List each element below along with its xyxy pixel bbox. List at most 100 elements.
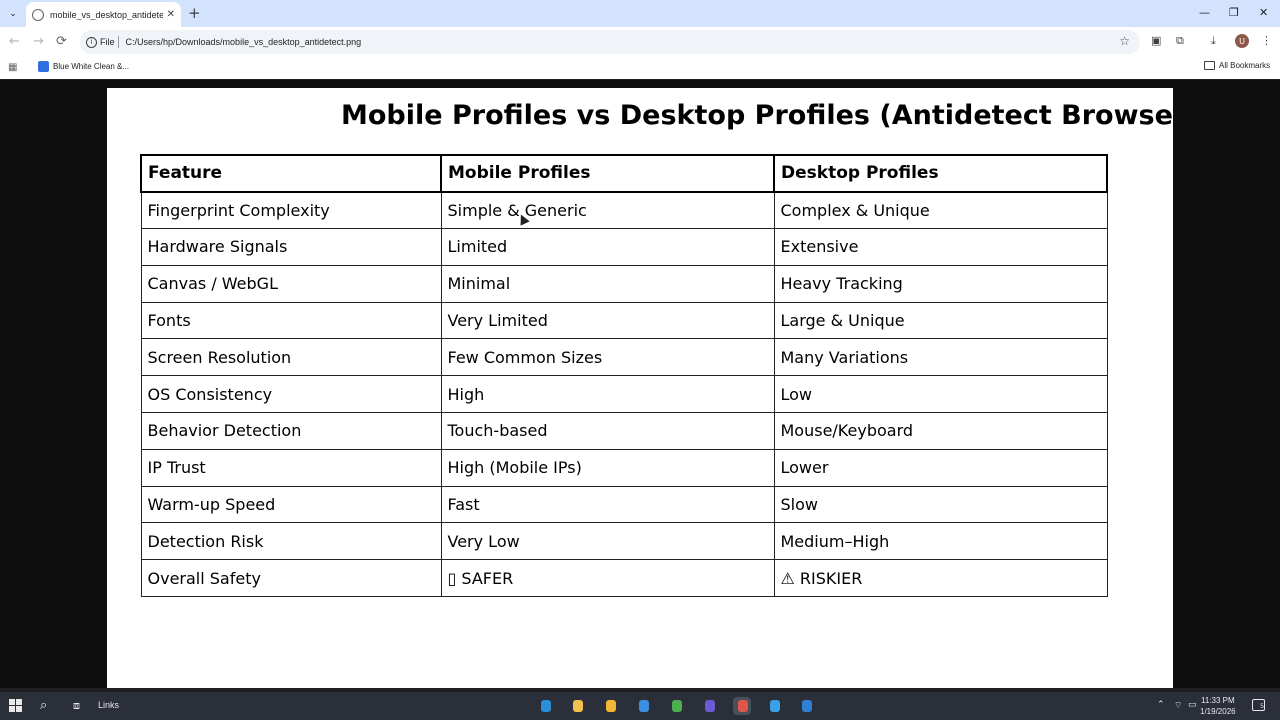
table-cell: Hardware Signals	[140, 228, 442, 266]
image-viewer: Mobile Profiles vs Desktop Profiles (Ant…	[0, 80, 1280, 688]
table-cell: Fast	[440, 485, 775, 524]
tab-strip: ⌄ mobile_vs_desktop_antidetect.png ✕ + —…	[0, 0, 1280, 27]
clock-date: 1/19/2026	[1200, 707, 1236, 716]
battery-icon[interactable]: ▭	[1188, 700, 1197, 710]
table-row: Warm-up Speed Fast Slow	[140, 485, 1108, 524]
table-header-cell: Desktop Profiles	[773, 154, 1108, 193]
table-cell: Detection Risk	[140, 522, 442, 561]
table-cell: Fingerprint Complexity	[140, 191, 442, 230]
network-icon[interactable]: ⌔	[1174, 700, 1182, 711]
chrome-alt-icon	[672, 700, 682, 712]
address-bar[interactable]: i File C:/Users/hp/Downloads/mobile_vs_d…	[80, 30, 1140, 54]
system-clock[interactable]: 11:33 PM 1/19/2026	[1200, 695, 1236, 717]
clock-time: 11:33 PM	[1200, 696, 1235, 705]
notification-icon[interactable]: 5	[1252, 699, 1265, 711]
back-button[interactable]: ←	[9, 34, 20, 50]
forward-button[interactable]: →	[33, 34, 44, 50]
folder-icon	[1204, 61, 1215, 70]
taskbar-app-chrome[interactable]	[733, 697, 751, 715]
taskbar-app-draw[interactable]	[765, 697, 783, 715]
tab-active[interactable]: mobile_vs_desktop_antidetect.png ✕	[26, 2, 181, 27]
table-cell: Overall Safety	[140, 559, 442, 598]
taskbar-app-chrome-alt[interactable]	[667, 697, 685, 715]
table-row: OS Consistency High Low	[140, 375, 1108, 414]
table-cell: Minimal	[440, 264, 775, 303]
vscode-icon	[802, 700, 812, 712]
tab-close-icon[interactable]: ✕	[167, 9, 175, 20]
taskbar-app-mail[interactable]	[634, 697, 652, 715]
bookmarks-bar: ▦ Blue White Clean &... All Bookmarks	[0, 57, 1280, 79]
close-window-button[interactable]: ✕	[1259, 5, 1268, 21]
notification-count: 5	[1260, 703, 1264, 710]
table-cell: ▯ SAFER	[440, 559, 775, 598]
taskbar-app-vscode[interactable]	[797, 697, 815, 715]
browser-toolbar: ← → ⟳ i File C:/Users/hp/Downloads/mobil…	[0, 27, 1280, 57]
table-cell: Screen Resolution	[140, 338, 442, 377]
bookmark-star-icon[interactable]: ☆	[1119, 34, 1130, 48]
omnibox-divider	[117, 36, 119, 48]
search-icon[interactable]: ⌕	[40, 698, 47, 714]
table-row: Behavior Detection Touch-based Mouse/Keybo…	[140, 412, 1108, 450]
table-cell: Medium–High	[773, 522, 1108, 561]
table-cell: Touch-based	[440, 412, 775, 450]
menu-kebab-icon[interactable]: ⋮	[1261, 34, 1272, 48]
links-toolbar-label[interactable]: Links	[98, 700, 119, 710]
download-icon[interactable]: ⤓	[1211, 34, 1216, 48]
tab-search-chevron-icon[interactable]: ⌄	[4, 5, 22, 23]
table-row: Fonts Very Limited Large & Unique	[140, 301, 1108, 340]
taskbar-app-app-u[interactable]	[700, 697, 718, 715]
all-bookmarks-button[interactable]: All Bookmarks	[1204, 61, 1270, 70]
table-cell: Warm-up Speed	[140, 485, 442, 524]
windows-start-icon[interactable]	[9, 699, 22, 712]
tray-chevron-icon[interactable]: ⌃	[1157, 700, 1165, 710]
draw-icon	[770, 700, 780, 712]
taskbar-app-file-explorer[interactable]	[568, 697, 586, 715]
table-cell: Lower	[773, 448, 1108, 487]
table-row: Fingerprint Complexity Simple & Generic Co…	[140, 191, 1108, 230]
table-header-row: Feature Mobile Profiles Desktop Profiles	[140, 154, 1108, 193]
table-cell: Canvas / WebGL	[140, 264, 442, 303]
table-cell: ⚠ RISKIER	[773, 559, 1108, 598]
table-cell: OS Consistency	[140, 375, 442, 414]
table-cell: IP Trust	[140, 448, 442, 487]
taskbar-app-edge[interactable]	[536, 697, 554, 715]
page-title: Mobile Profiles vs Desktop Profiles (Ant…	[341, 100, 1173, 131]
table-row: Hardware Signals Limited Extensive	[140, 228, 1108, 266]
extension-terminal-icon[interactable]: ▣	[1151, 34, 1161, 48]
bookmark-item[interactable]: Blue White Clean &...	[38, 61, 129, 72]
windows-taskbar: ⌕ ⧈ Links ⌃ ⌔ ▭ 11:33 PM 1/19/2026 5	[0, 692, 1280, 720]
table-cell: Complex & Unique	[773, 191, 1108, 230]
table-cell: Limited	[440, 228, 775, 266]
table-row: Detection Risk Very Low Medium–High	[140, 522, 1108, 561]
file-explorer-icon	[573, 700, 583, 712]
table-cell: Extensive	[773, 228, 1108, 266]
restore-button[interactable]: ❐	[1229, 5, 1239, 21]
url-text[interactable]: C:/Users/hp/Downloads/mobile_vs_desktop_…	[126, 37, 362, 47]
table-row: Overall Safety ▯ SAFER ⚠ RISKIER	[140, 559, 1108, 598]
displayed-image: Mobile Profiles vs Desktop Profiles (Ant…	[107, 88, 1173, 688]
table-cell: Many Variations	[773, 338, 1108, 377]
edge-icon	[541, 700, 551, 712]
table-cell: Large & Unique	[773, 301, 1108, 340]
table-cell: Heavy Tracking	[773, 264, 1108, 303]
new-tab-button[interactable]: +	[188, 4, 201, 22]
minimize-button[interactable]: —	[1199, 5, 1210, 21]
comparison-table: Feature Mobile Profiles Desktop Profiles Fi…	[140, 154, 1108, 598]
taskbar-app-store[interactable]	[601, 697, 619, 715]
table-header-cell: Mobile Profiles	[440, 154, 775, 193]
tab-title: mobile_vs_desktop_antidetect.png	[50, 9, 163, 20]
extensions-puzzle-icon[interactable]: ⧉	[1176, 34, 1184, 48]
task-view-icon[interactable]: ⧈	[73, 698, 80, 714]
info-icon[interactable]: i	[86, 36, 97, 48]
table-row: Screen Resolution Few Common Sizes Many Va…	[140, 338, 1108, 377]
reload-button[interactable]: ⟳	[56, 34, 67, 50]
table-cell: Behavior Detection	[140, 412, 442, 450]
table-cell: Few Common Sizes	[440, 338, 775, 377]
table-cell: Simple & Generic	[440, 191, 775, 230]
chrome-icon	[738, 700, 748, 712]
table-cell: Very Limited	[440, 301, 775, 340]
table-cell: Low	[773, 375, 1108, 414]
avatar[interactable]: U	[1235, 34, 1249, 48]
apps-grid-icon[interactable]: ▦	[8, 62, 17, 73]
table-cell: Fonts	[140, 301, 442, 340]
